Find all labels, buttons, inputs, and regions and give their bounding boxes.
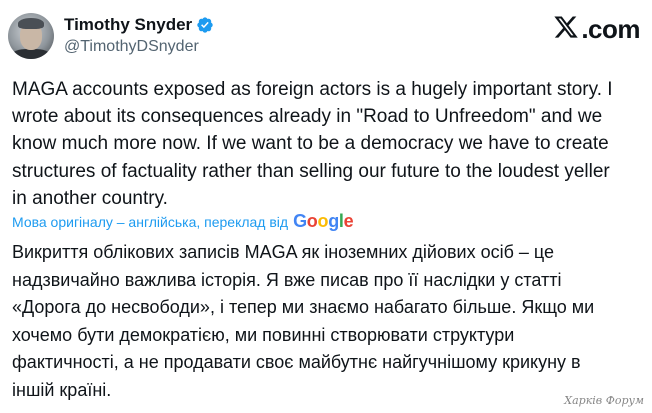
author-display-name[interactable]: Timothy Snyder (64, 14, 192, 36)
tweet-header: Timothy Snyder @TimothyDSnyder (8, 10, 214, 62)
watermark: Харків Форум (564, 394, 644, 407)
google-logo-letter: g (328, 211, 339, 231)
x-com-brand[interactable]: .com (553, 14, 640, 45)
tweet-text: MAGA accounts exposed as foreign actors … (12, 79, 613, 209)
verified-badge-icon[interactable] (196, 16, 214, 34)
google-logo-letter: o (317, 211, 329, 231)
translation-note-label: Мова оригіналу – англійська, переклад ві… (12, 213, 289, 230)
translated-text: Викриття облікових записів MAGA як інозе… (12, 242, 595, 400)
author-info: Timothy Snyder @TimothyDSnyder (64, 14, 214, 58)
avatar[interactable] (8, 13, 54, 59)
google-logo-letter: G (293, 211, 307, 231)
brand-domain-label: .com (581, 14, 640, 44)
x-logo-icon (553, 14, 579, 45)
translation-note[interactable]: Мова оригіналу – англійська, переклад ві… (12, 211, 354, 232)
google-logo-letter: o (306, 211, 318, 231)
author-handle[interactable]: @TimothyDSnyder (64, 36, 214, 58)
google-logo: Google (293, 211, 354, 232)
tweet-card: Timothy Snyder @TimothyDSnyder .com MAGA… (0, 0, 652, 413)
google-logo-letter: e (343, 211, 354, 231)
